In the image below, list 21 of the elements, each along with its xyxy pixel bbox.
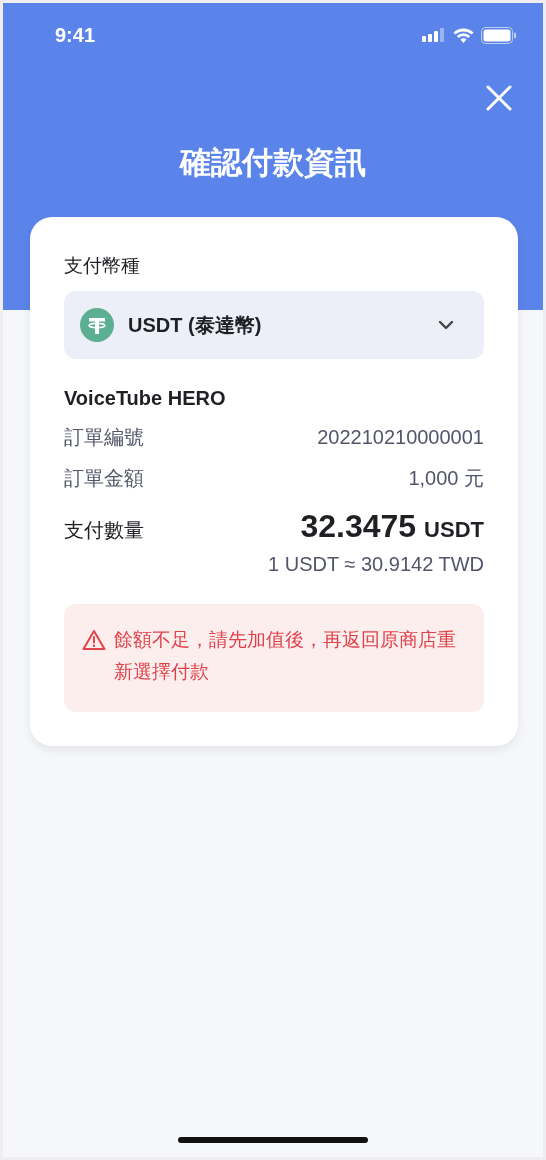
detail-value: 1,000 元 [408,466,484,491]
detail-value: 202210210000001 [317,426,484,449]
page-title: 確認付款資訊 [180,144,366,182]
detail-label: 訂單編號 [64,425,144,450]
chevron-down-icon [438,320,454,330]
payment-label: 支付數量 [64,518,144,543]
battery-icon [481,26,517,44]
payment-unit: USDT [424,517,484,543]
warning-icon [82,629,106,651]
payment-amount: 32.3475 [300,508,417,545]
warning-message: 餘額不足，請先加值後，再返回原商店重新選擇付款 [114,628,457,684]
currency-select[interactable]: USDT (泰達幣) [64,291,484,359]
status-time: 9:41 [55,23,96,47]
currency-label: 支付幣種 [64,254,141,278]
exchange-rate: 1 USDT ≈ 30.9142 TWD [268,553,484,576]
close-button[interactable] [485,84,513,112]
detail-label: 訂單金額 [64,466,144,491]
wifi-icon [453,27,474,43]
coin-icon [80,308,114,342]
signal-icon [422,28,446,42]
merchant-name: VoiceTube HERO [64,387,227,410]
